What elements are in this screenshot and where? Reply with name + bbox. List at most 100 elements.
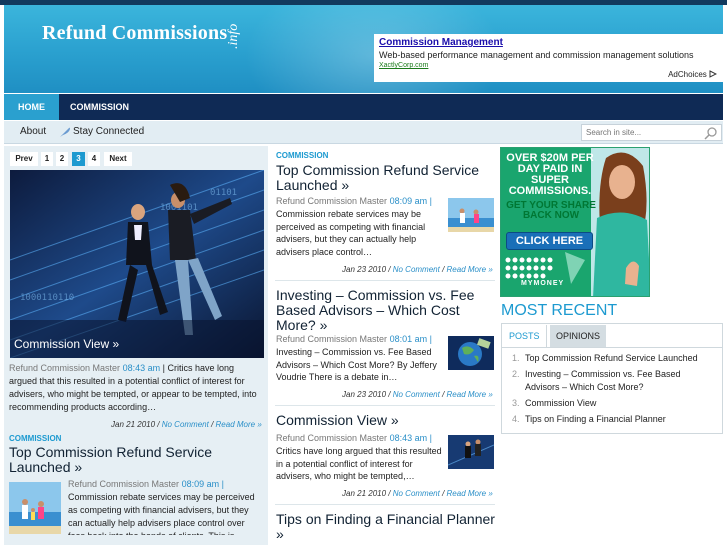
- ad-description: Web-based performance management and com…: [379, 50, 694, 60]
- search-icon[interactable]: [704, 126, 718, 140]
- post-author: Refund Commission Master: [276, 433, 388, 443]
- primary-nav: HOME COMMISSION: [4, 94, 723, 120]
- read-more-link[interactable]: Read More »: [216, 420, 262, 429]
- read-more-link[interactable]: Read More »: [447, 265, 493, 274]
- read-more-link[interactable]: Read More »: [447, 390, 493, 399]
- feather-icon: [60, 127, 70, 137]
- post-excerpt: Commission rebate services may be percei…: [276, 209, 426, 257]
- search-input[interactable]: [582, 125, 700, 140]
- list-item[interactable]: 3. Commission View: [512, 397, 717, 410]
- post-category[interactable]: COMMISSION: [276, 151, 328, 160]
- post-title[interactable]: Investing – Commission vs. Fee Based Adv…: [276, 288, 498, 333]
- slide-caption[interactable]: Commission View »: [14, 337, 119, 351]
- list-number: 1.: [512, 353, 520, 363]
- pager-3[interactable]: 3: [72, 152, 85, 166]
- post-excerpt-block: Refund Commission Master 08:01 am |: [276, 333, 446, 346]
- post-author: Refund Commission Master: [276, 334, 388, 344]
- post-date: Jan 23 2010: [342, 265, 387, 274]
- recent-post-link[interactable]: Investing – Commission vs. Fee Based Adv…: [525, 368, 713, 394]
- featured-slide[interactable]: 1000110110 1001101 01101 Commission View »: [10, 170, 264, 358]
- site-header: Refund Commissions .info Commission Mana…: [4, 5, 723, 93]
- nav-stay-connected[interactable]: Stay Connected: [73, 126, 144, 137]
- post-time: 08:43 am: [122, 363, 161, 373]
- post-excerpt: Commission rebate services may be percei…: [68, 492, 255, 535]
- post-category[interactable]: COMMISSION: [9, 434, 61, 443]
- divider: [275, 405, 495, 406]
- post-excerpt-block: Refund Commission Master 08:09 am |: [68, 479, 224, 489]
- list-number: 2.: [512, 369, 520, 379]
- recent-post-link[interactable]: Commission View: [525, 397, 713, 410]
- ad-url[interactable]: XactlyCorp.com: [379, 62, 718, 69]
- beach-family-thumbnail[interactable]: [9, 482, 61, 534]
- recent-post-link[interactable]: Tips on Finding a Financial Planner: [525, 413, 713, 426]
- search-box: [581, 124, 722, 141]
- list-number: 4.: [512, 414, 520, 424]
- post-footer: Jan 23 2010 / No Comment / Read More »: [342, 390, 493, 399]
- comment-link[interactable]: No Comment: [393, 390, 440, 399]
- featured-column: Prev 1 2 3 4 Next 1000110110 1001101 01101: [4, 146, 268, 545]
- comment-link[interactable]: No Comment: [393, 489, 440, 498]
- read-more-link[interactable]: Read More »: [447, 489, 493, 498]
- post-author: Refund Commission Master: [68, 479, 180, 489]
- post-footer: Jan 21 2010 / No Comment / Read More »: [342, 489, 493, 498]
- pager-2[interactable]: 2: [56, 152, 68, 166]
- ad-choices-label: AdChoices: [668, 70, 707, 79]
- ad-choices[interactable]: AdChoices: [668, 70, 718, 79]
- list-item[interactable]: 4. Tips on Finding a Financial Planner: [512, 413, 717, 426]
- site-logo[interactable]: Refund Commissions: [42, 22, 227, 45]
- globe-money-thumbnail[interactable]: [448, 336, 494, 370]
- tab-opinions[interactable]: OPINIONS: [550, 325, 607, 347]
- nav-home[interactable]: HOME: [4, 94, 59, 120]
- recent-posts-list: 1. Top Commission Refund Service Launched…: [512, 352, 717, 429]
- post-time: 08:09 am: [181, 479, 220, 489]
- banner-click-button[interactable]: CLICK HERE: [506, 232, 593, 250]
- post-author: Refund Commission Master: [9, 363, 121, 373]
- pager-4[interactable]: 4: [88, 152, 100, 166]
- featured-post-footer: Jan 21 2010 / No Comment / Read More »: [111, 420, 262, 429]
- post-title[interactable]: Tips on Finding a Financial Planner »: [276, 512, 498, 542]
- post-author: Refund Commission Master: [276, 196, 388, 206]
- post-date: Jan 21 2010: [111, 420, 156, 429]
- nav-commission[interactable]: COMMISSION: [56, 94, 143, 120]
- comment-link[interactable]: No Comment: [162, 420, 209, 429]
- list-item[interactable]: 1. Top Commission Refund Service Launched: [512, 352, 717, 365]
- banner-brand: MYMONEY: [521, 280, 565, 287]
- tabs-divider: [502, 347, 722, 348]
- svg-text:01101: 01101: [210, 188, 237, 198]
- beach-family-thumbnail[interactable]: [448, 198, 494, 232]
- pager-next[interactable]: Next: [104, 152, 132, 166]
- post-excerpt-block: Refund Commission Master 08:43 am |: [276, 432, 446, 445]
- list-item[interactable]: 2. Investing – Commission vs. Fee Based A…: [512, 368, 717, 394]
- business-runners-thumbnail[interactable]: [448, 435, 494, 469]
- most-recent-heading: MOST RECENT: [501, 302, 618, 319]
- ad-box[interactable]: Commission Management Web-based performa…: [374, 34, 723, 82]
- list-number: 3.: [512, 398, 520, 408]
- comment-link[interactable]: No Comment: [393, 265, 440, 274]
- nav-about[interactable]: About: [20, 126, 46, 137]
- pager-prev[interactable]: Prev: [10, 152, 38, 166]
- post-title[interactable]: Top Commission Refund Service Launched »: [9, 445, 259, 475]
- post-title[interactable]: Commission View »: [276, 413, 498, 428]
- mymoney-banner-ad[interactable]: OVER $20M PER DAY PAID IN SUPER COMMISSI…: [500, 147, 650, 297]
- post-time: 08:43 am |: [389, 433, 432, 443]
- post-date: Jan 21 2010: [342, 489, 387, 498]
- post-footer: Jan 23 2010 / No Comment / Read More »: [342, 265, 493, 274]
- site-logo-tld: .info: [226, 23, 241, 49]
- post-title[interactable]: Top Commission Refund Service Launched »: [276, 163, 496, 193]
- svg-text:1000110110: 1000110110: [20, 293, 74, 303]
- pager-1[interactable]: 1: [41, 152, 53, 166]
- recent-tabs-widget: POSTS OPINIONS 1. Top Commission Refund S…: [501, 323, 723, 434]
- post-excerpt: Investing – Commission vs. Fee Based Adv…: [276, 347, 437, 382]
- ad-title[interactable]: Commission Management: [379, 37, 718, 48]
- ad-choices-icon: [709, 70, 718, 78]
- banner-headline: OVER $20M PER DAY PAID IN SUPER COMMISSI…: [506, 152, 594, 197]
- post-excerpt-block: Refund Commission Master 08:09 am |: [276, 195, 446, 208]
- tab-posts[interactable]: POSTS: [503, 325, 547, 347]
- post-time: 08:09 am |: [389, 196, 432, 206]
- recent-post-link[interactable]: Top Commission Refund Service Launched: [525, 352, 713, 365]
- business-runners-image: 1000110110100110101101: [10, 170, 264, 358]
- featured-excerpt: Refund Commission Master 08:43 am | Crit…: [9, 362, 263, 414]
- post-excerpt: Critics have long argued that this resul…: [276, 446, 442, 481]
- divider: [275, 280, 495, 281]
- banner-subline: GET YOUR SHARE BACK NOW: [506, 200, 596, 221]
